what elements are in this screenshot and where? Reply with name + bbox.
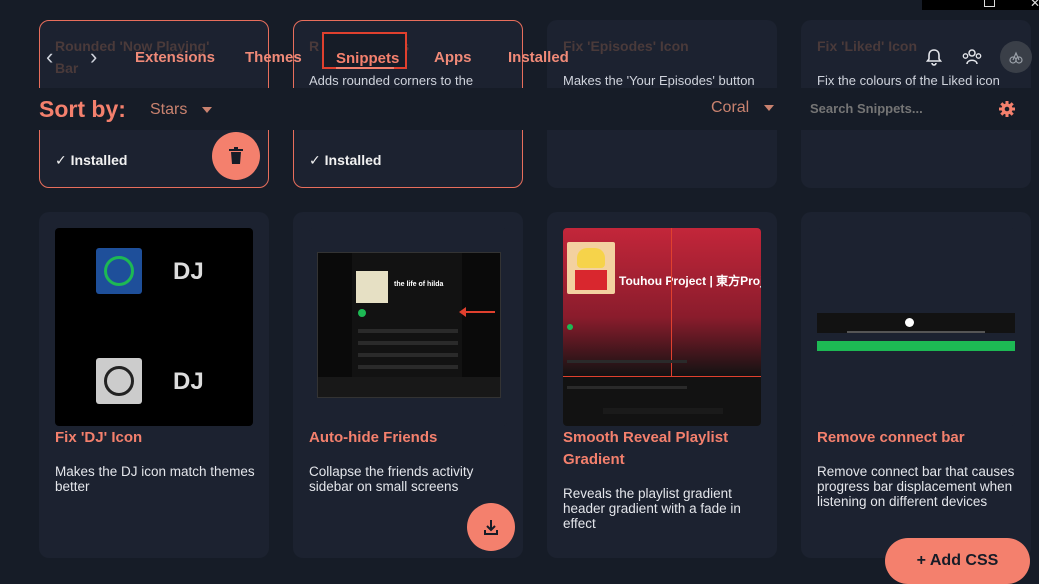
friends-icon: [962, 49, 982, 65]
gear-icon[interactable]: [998, 100, 1016, 118]
forward-button[interactable]: ›: [90, 44, 97, 70]
dj-logo-icon: [96, 358, 142, 404]
card-description: Reveals the playlist gradient header gra…: [563, 486, 741, 531]
card-title: Remove connect bar: [817, 429, 965, 446]
notifications-button[interactable]: [920, 43, 948, 71]
card-desc-partial: Makes the 'Your Episodes' button: [563, 73, 755, 88]
trash-icon: [229, 147, 243, 164]
card-thumbnail: Touhou Project | 東方Project: [563, 228, 761, 426]
card-desc-partial: Adds rounded corners to the: [309, 73, 474, 88]
avatar-icon: [1009, 51, 1023, 64]
user-avatar[interactable]: [1000, 41, 1032, 73]
thumb-playlist-title: the life of hilda: [394, 281, 444, 288]
delete-button[interactable]: [212, 132, 260, 180]
add-css-button[interactable]: + Add CSS: [885, 538, 1030, 584]
back-button[interactable]: ‹: [46, 44, 53, 70]
card-thumbnail: the life of hilda: [309, 228, 507, 426]
thumb-playlist-title: Touhou Project | 東方Project: [619, 274, 761, 288]
tab-extensions[interactable]: Extensions: [135, 49, 215, 66]
restore-window-icon[interactable]: [984, 0, 995, 7]
card-description: Makes the DJ icon match themes better: [55, 464, 255, 494]
card-title-partial: R: [309, 38, 320, 54]
sort-label: Sort by:: [39, 96, 126, 122]
caret-down-icon: [201, 106, 212, 113]
card-title-partial: Bar: [55, 60, 79, 76]
card-thumbnail: DJ DJ: [55, 228, 253, 426]
tab-snippets[interactable]: Snippets: [336, 50, 399, 67]
search-field[interactable]: [798, 88, 1032, 130]
card-title: Fix 'DJ' Icon: [55, 429, 143, 446]
installed-badge: ✓ Installed: [309, 152, 382, 168]
theme-color-dropdown[interactable]: Coral: [711, 99, 774, 117]
tab-apps[interactable]: Apps: [434, 49, 472, 66]
window-controls: [922, 0, 1039, 10]
tab-snippets-underline: [336, 67, 394, 69]
tab-themes[interactable]: Themes: [245, 49, 302, 66]
search-input[interactable]: [808, 100, 992, 117]
check-icon: ✓: [55, 152, 67, 168]
caret-down-icon: [763, 104, 774, 111]
bell-icon: [925, 49, 943, 66]
dj-logo-icon: [96, 248, 142, 294]
card-title: Smooth Reveal Playlist Gradient: [563, 429, 729, 468]
card-title-partial: Fix 'Liked' Icon: [817, 38, 918, 54]
dj-label: DJ: [173, 368, 204, 395]
download-icon: [484, 520, 498, 535]
arrow-left-icon: [459, 307, 495, 317]
friend-activity-button[interactable]: [958, 43, 986, 71]
card-title: Auto-hide Friends: [309, 429, 438, 446]
dj-label: DJ: [173, 258, 204, 285]
check-icon: ✓: [309, 152, 321, 168]
card-description: Collapse the friends activity sidebar on…: [309, 464, 474, 494]
tab-installed[interactable]: Installed: [508, 49, 569, 66]
close-window-icon[interactable]: ✕: [1030, 0, 1039, 10]
card-title-partial: Fix 'Episodes' Icon: [563, 38, 689, 54]
sort-dropdown[interactable]: Stars: [150, 101, 212, 119]
installed-badge: ✓ Installed: [55, 152, 128, 168]
install-button[interactable]: [467, 503, 515, 551]
card-description: Remove connect bar that causes progress …: [817, 464, 1015, 509]
card-desc-partial: Fix the colours of the Liked icon: [817, 73, 1000, 88]
card-thumbnail: [817, 228, 1015, 426]
